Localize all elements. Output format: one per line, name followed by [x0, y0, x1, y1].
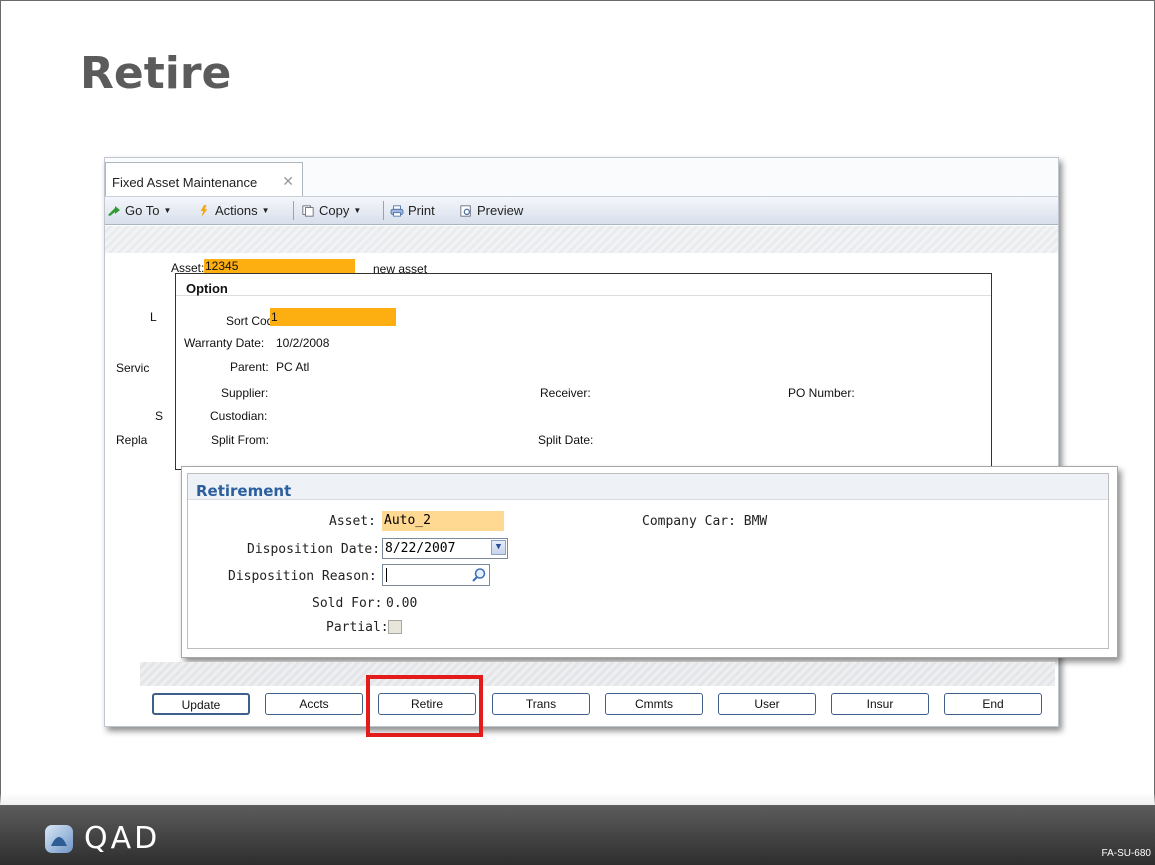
chevron-down-icon: ▼ — [261, 206, 270, 215]
footer-bar: QAD FA-SU-680 — [0, 793, 1155, 865]
close-icon[interactable]: ✕ — [282, 173, 294, 190]
preview-button[interactable]: Preview — [459, 203, 523, 218]
slide-title: Retire — [80, 48, 232, 99]
copy-icon — [302, 204, 314, 217]
disposition-date-value: 8/22/2007 — [385, 541, 456, 556]
goto-label: Go To — [125, 203, 160, 218]
preview-icon — [460, 204, 471, 217]
copy-menu[interactable]: Copy ▼ — [301, 203, 361, 218]
search-icon[interactable] — [471, 567, 487, 583]
tab-label: Fixed Asset Maintenance — [112, 175, 258, 190]
trans-button[interactable]: Trans — [492, 693, 590, 715]
actions-menu[interactable]: Actions ▼ — [197, 203, 270, 218]
printer-icon — [390, 204, 404, 217]
qad-logo: QAD — [44, 821, 160, 856]
actions-label: Actions — [215, 203, 258, 218]
warranty-date-label: Warranty Date: — [184, 336, 265, 350]
tab-strip: Fixed Asset Maintenance ✕ — [105, 158, 1058, 196]
slide-code: FA-SU-680 — [1101, 848, 1151, 859]
retire-asset-field[interactable]: Auto_2 — [382, 511, 504, 531]
asset-field[interactable]: 12345 — [204, 259, 355, 274]
copy-label: Copy — [319, 203, 350, 218]
tab-fixed-asset-maintenance[interactable]: Fixed Asset Maintenance ✕ — [105, 162, 303, 196]
button-band — [140, 662, 1055, 686]
lightning-icon — [200, 204, 208, 217]
qad-logo-icon — [45, 824, 73, 853]
logo-text: QAD — [84, 821, 161, 856]
po-number-label: PO Number: — [788, 386, 855, 400]
sold-for-label: Sold For: — [312, 596, 383, 611]
retire-asset-label: Asset: — [329, 514, 376, 529]
sort-code-field[interactable]: 1 — [270, 308, 396, 326]
option-header: Option — [176, 274, 991, 296]
toolbar: Go To ▼ Actions ▼ Copy ▼ Print Preview — [105, 196, 1058, 225]
insur-button[interactable]: Insur — [831, 693, 929, 715]
accts-button[interactable]: Accts — [265, 693, 363, 715]
goto-menu[interactable]: Go To ▼ — [107, 203, 171, 218]
disposition-reason-label: Disposition Reason: — [228, 569, 377, 584]
receiver-label: Receiver: — [540, 386, 591, 400]
disposition-date-field[interactable]: 8/22/2007 ▼ — [382, 538, 508, 559]
print-label: Print — [408, 203, 435, 218]
form-band — [105, 226, 1058, 253]
preview-label: Preview — [477, 203, 524, 218]
retirement-dialog: Retirement — [181, 466, 1118, 658]
toolbar-divider — [383, 201, 384, 220]
retirement-title: Retirement — [188, 474, 1108, 500]
warranty-date-value: 10/2/2008 — [276, 336, 330, 350]
cmmts-button[interactable]: Cmmts — [605, 693, 703, 715]
parent-label: Parent: — [230, 360, 269, 374]
parent-value: PC Atl — [276, 360, 310, 374]
dropdown-arrow-icon[interactable]: ▼ — [491, 540, 506, 555]
chevron-down-icon: ▼ — [163, 206, 172, 215]
partial-checkbox[interactable] — [388, 620, 402, 634]
obscured-label: L — [150, 310, 157, 324]
goto-arrow-icon — [108, 205, 120, 216]
split-from-label: Split From: — [211, 433, 270, 447]
obscured-label: Servic — [116, 361, 150, 375]
text-cursor — [386, 568, 387, 582]
print-button[interactable]: Print — [390, 203, 435, 218]
partial-label: Partial: — [326, 620, 389, 635]
sold-for-value: 0.00 — [386, 596, 418, 611]
obscured-label: S — [155, 409, 164, 423]
update-button[interactable]: Update — [152, 693, 250, 715]
disposition-reason-field[interactable] — [382, 564, 490, 586]
chevron-down-icon: ▼ — [353, 206, 362, 215]
split-date-label: Split Date: — [538, 433, 594, 447]
supplier-label: Supplier: — [221, 386, 269, 400]
retire-asset-description: Company Car: BMW — [642, 514, 768, 529]
toolbar-divider — [293, 201, 294, 220]
user-button[interactable]: User — [718, 693, 816, 715]
disposition-date-label: Disposition Date: — [247, 542, 381, 557]
custodian-label: Custodian: — [210, 409, 268, 423]
end-button[interactable]: End — [944, 693, 1042, 715]
obscured-label: Repla — [116, 433, 148, 447]
retire-callout-highlight — [366, 675, 483, 737]
